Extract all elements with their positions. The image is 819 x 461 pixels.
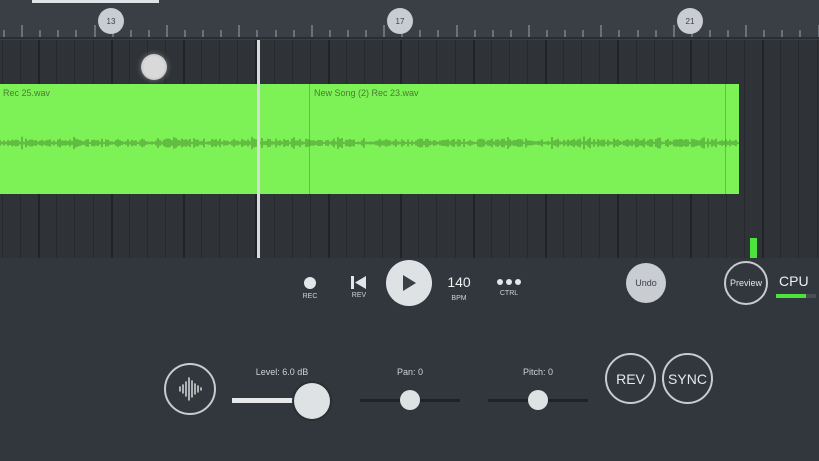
clip-label-new-song-rec-23: New Song (2) Rec 23.wav: [314, 88, 419, 98]
ruler-tick: [328, 30, 331, 37]
ruler-tick: [564, 30, 567, 37]
pitch-knob[interactable]: [528, 390, 548, 410]
play-button[interactable]: [386, 260, 432, 306]
waveform-display: [0, 136, 739, 150]
grid-column: [762, 40, 765, 258]
rec-label: REC: [302, 293, 318, 300]
sample-waveform-button[interactable]: [164, 363, 216, 415]
ruler-tick: [509, 30, 512, 37]
pan-slider[interactable]: [360, 390, 460, 410]
clip-label-rec-25: Rec 25.wav: [3, 88, 51, 98]
ruler-tick: [147, 30, 150, 37]
pitch-slider[interactable]: [488, 390, 588, 410]
ruler-tick: [57, 30, 60, 37]
ruler-tick: [672, 25, 675, 37]
level-label: Level: 6.0 dB: [255, 367, 309, 377]
ruler-tick: [184, 30, 186, 37]
rec-button[interactable]: REC: [296, 277, 324, 300]
reverse-button[interactable]: REV: [605, 353, 656, 404]
ruler-tick: [745, 25, 748, 37]
ruler-tick: [165, 25, 168, 37]
cpu-meter-fill: [776, 294, 806, 298]
ruler-tick: [473, 30, 476, 37]
ruler-tick: [75, 30, 78, 37]
ruler-tick: [202, 30, 205, 37]
level-knob[interactable]: [294, 383, 330, 419]
undo-button[interactable]: Undo: [626, 263, 666, 303]
bpm-label: BPM: [451, 295, 467, 302]
ruler-tick: [582, 30, 585, 37]
grid-column: [798, 40, 800, 258]
ruler-tick: [763, 30, 766, 37]
touch-cursor-indicator: [141, 54, 167, 80]
ruler-tick: [21, 25, 24, 37]
ruler-tick: [310, 25, 313, 37]
ruler-tick: [93, 25, 96, 37]
grid-column: [816, 40, 818, 258]
pan-label: Pan: 0: [396, 367, 424, 377]
level-slider[interactable]: [232, 383, 332, 419]
ruler-tick: [546, 30, 548, 37]
ruler-tick: [3, 30, 5, 37]
ruler-tick: [238, 25, 241, 37]
ruler-tick: [708, 30, 711, 37]
rev-transport-button[interactable]: REV: [345, 275, 373, 299]
ruler-tick: [346, 30, 349, 37]
ruler-tick: [129, 30, 132, 37]
ruler-tick: [527, 25, 530, 37]
ruler-tick: [636, 30, 639, 37]
play-icon: [403, 275, 416, 291]
bar-marker-13[interactable]: 13: [98, 8, 124, 34]
cpu-label: CPU: [779, 273, 809, 289]
playhead[interactable]: [257, 40, 260, 258]
ruler-tick: [618, 30, 621, 37]
rev-label: REV: [351, 292, 367, 299]
bpm-value[interactable]: 140: [440, 274, 478, 290]
rewind-icon: [351, 276, 366, 289]
ruler-tick: [491, 30, 494, 37]
ruler-tick: [600, 25, 603, 37]
pitch-label: Pitch: 0: [522, 367, 553, 377]
ruler-tick: [437, 30, 440, 37]
ruler-tick: [781, 30, 784, 37]
grid-column: [744, 40, 746, 258]
bar-marker-21[interactable]: 21: [677, 8, 703, 34]
ruler-tick: [419, 30, 422, 37]
ruler-tick: [654, 30, 657, 37]
ctrl-label: CTRL: [499, 290, 519, 297]
ruler-tick: [799, 30, 802, 37]
master-level-meter: [750, 238, 757, 258]
grid-column: [780, 40, 782, 258]
preview-button[interactable]: Preview: [724, 261, 768, 305]
ruler-tick: [220, 30, 223, 37]
ruler-tick: [274, 30, 277, 37]
waveform-icon: [179, 377, 202, 401]
bar-marker-17[interactable]: 17: [387, 8, 413, 34]
ruler-tick: [455, 25, 458, 37]
ruler-tick: [256, 30, 259, 37]
record-icon: [304, 277, 316, 289]
sync-button[interactable]: SYNC: [662, 353, 713, 404]
ruler-tick: [39, 30, 42, 37]
more-dots-icon: [497, 279, 521, 285]
ruler-tick: [365, 30, 367, 37]
pan-knob[interactable]: [400, 390, 420, 410]
ctrl-button[interactable]: CTRL: [495, 278, 523, 297]
ruler-tick: [383, 25, 386, 37]
ruler-tick: [727, 30, 729, 37]
ruler-divider: [0, 37, 819, 39]
ruler-tick: [292, 30, 295, 37]
